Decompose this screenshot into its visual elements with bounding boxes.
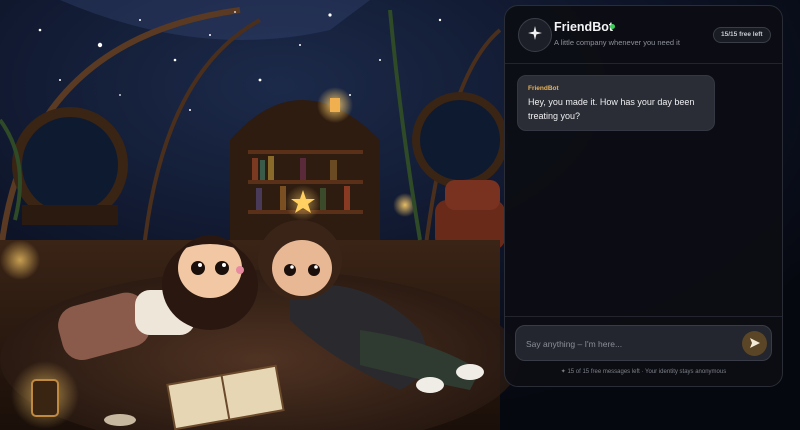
- chat-panel: FriendBot A little company whenever you …: [504, 5, 783, 387]
- send-button[interactable]: [742, 331, 767, 356]
- message-input-placeholder: Say anything – I'm here...: [526, 339, 623, 349]
- bot-avatar: [518, 18, 552, 52]
- free-messages-badge: 15/15 free left: [713, 27, 771, 43]
- sparkle-icon: [528, 25, 542, 45]
- bot-subtitle: A little company whenever you need it: [554, 38, 680, 47]
- message-text: Hey, you made it. How has your day been …: [528, 97, 695, 121]
- footer-note: ✦ 15 of 15 free messages left · Your ide…: [560, 369, 727, 375]
- message-sender: FriendBot: [528, 85, 559, 92]
- message-input[interactable]: Say anything – I'm here...: [515, 325, 772, 361]
- online-status-dot: [610, 24, 615, 29]
- chat-header: FriendBot A little company whenever you …: [505, 6, 782, 64]
- send-icon: [749, 335, 760, 353]
- bot-name: FriendBot: [554, 20, 614, 34]
- composer-divider: [505, 316, 782, 317]
- bot-message: FriendBot Hey, you made it. How has your…: [517, 75, 715, 131]
